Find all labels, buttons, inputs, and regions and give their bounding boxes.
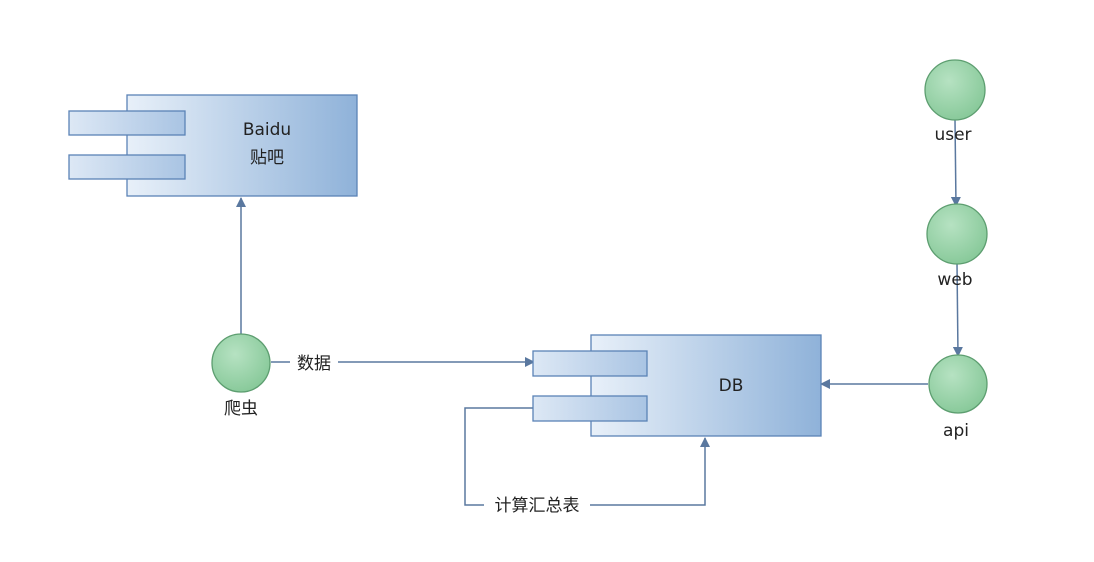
node-api: api xyxy=(928,354,988,441)
architecture-diagram: Baidu 贴吧 DB 爬虫 user web api 数据 计算汇总表 xyxy=(68,59,988,516)
node-web-label: web xyxy=(937,270,972,290)
component-db-label: DB xyxy=(719,376,744,396)
node-user-circle xyxy=(924,59,986,121)
component-baidu-tab-top xyxy=(68,110,186,136)
component-baidu-label-line1: Baidu xyxy=(243,120,291,140)
node-crawler-label: 爬虫 xyxy=(224,399,258,419)
node-web-circle xyxy=(926,203,988,265)
node-user: user xyxy=(924,59,986,145)
node-api-circle xyxy=(928,354,988,414)
edge-label-crawler-to-db: 数据 xyxy=(290,351,338,374)
component-baidu: Baidu 贴吧 xyxy=(68,94,358,197)
component-baidu-body xyxy=(126,94,358,197)
node-api-label: api xyxy=(943,421,969,441)
component-baidu-label-line2: 贴吧 xyxy=(250,148,284,168)
node-crawler-circle xyxy=(211,333,271,393)
component-db: DB xyxy=(532,334,822,437)
edge-label-crawler-to-db-text: 数据 xyxy=(297,354,331,374)
node-web: web xyxy=(926,203,988,290)
edge-label-db-self-text: 计算汇总表 xyxy=(495,496,580,516)
component-db-tab-bottom xyxy=(532,395,648,422)
component-baidu-tab-bottom xyxy=(68,154,186,180)
node-user-label: user xyxy=(934,125,971,145)
node-crawler: 爬虫 xyxy=(211,333,271,419)
edge-label-db-self: 计算汇总表 xyxy=(484,494,590,516)
component-db-tab-top xyxy=(532,350,648,377)
